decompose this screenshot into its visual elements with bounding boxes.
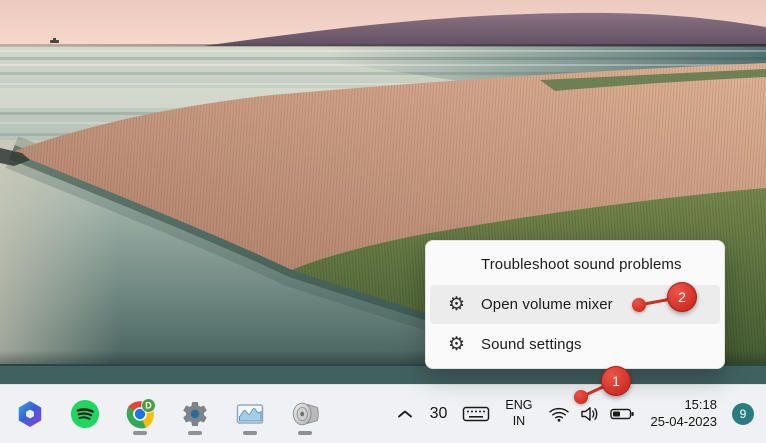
touch-keyboard-icon xyxy=(463,406,490,422)
microsoft-365-icon xyxy=(18,401,42,427)
tray-overflow-chevron[interactable] xyxy=(395,408,415,420)
language-switcher[interactable]: ENG IN xyxy=(505,398,532,429)
taskbar-app-settings[interactable] xyxy=(179,388,211,440)
running-indicator xyxy=(298,431,312,435)
spotify-icon xyxy=(70,399,100,429)
clock[interactable]: 15:18 25-04-2023 xyxy=(651,397,718,431)
language-line2: IN xyxy=(512,414,526,428)
chrome-icon: D xyxy=(126,398,156,429)
menu-item-troubleshoot-sound[interactable]: Troubleshoot sound problems xyxy=(430,245,720,285)
taskbar-app-volume[interactable] xyxy=(289,388,321,440)
tray-status-number[interactable]: 30 xyxy=(430,405,448,423)
speaker-icon xyxy=(292,402,319,426)
running-indicator xyxy=(133,431,147,435)
annotation-dot-2 xyxy=(632,298,646,312)
menu-item-label: Troubleshoot sound problems xyxy=(481,256,682,274)
taskbar-pinned-apps: D xyxy=(14,385,321,443)
taskbar-app-microsoft-365[interactable] xyxy=(14,388,46,440)
taskbar-app-spotify[interactable] xyxy=(69,388,101,440)
volume-icon xyxy=(580,407,597,421)
running-indicator xyxy=(188,431,202,435)
menu-item-sound-settings[interactable]: ⚙ Sound settings xyxy=(430,324,720,364)
settings-gear-icon xyxy=(183,402,207,426)
running-indicator xyxy=(243,431,257,435)
annotation-step-1: 1 xyxy=(601,366,631,396)
wifi-icon xyxy=(548,407,569,422)
gear-icon: ⚙ xyxy=(448,294,466,315)
annotation-dot-1 xyxy=(574,390,588,404)
chrome-profile-badge: D xyxy=(145,401,152,411)
task-manager-icon xyxy=(236,404,264,424)
clock-time: 15:18 xyxy=(684,397,717,413)
wallpaper-image xyxy=(0,0,766,385)
desktop: Troubleshoot sound problems ⚙ Open volum… xyxy=(0,0,766,443)
taskbar-app-task-manager[interactable] xyxy=(234,388,266,440)
touch-keyboard-button[interactable] xyxy=(462,405,490,423)
menu-item-label: Sound settings xyxy=(481,335,582,353)
language-line1: ENG xyxy=(505,398,533,413)
annotation-step-2: 2 xyxy=(667,282,697,312)
gear-icon: ⚙ xyxy=(448,333,466,355)
notification-badge[interactable]: 9 xyxy=(732,403,754,425)
menu-item-label: Open volume mixer xyxy=(481,296,613,313)
taskbar-app-chrome[interactable]: D xyxy=(124,388,156,440)
clock-date: 25-04-2023 xyxy=(650,414,718,429)
taskbar: D 30 ENG IN 15:18 25-04-2023 9 xyxy=(0,384,766,443)
battery-icon xyxy=(609,408,634,420)
quick-settings-button[interactable] xyxy=(548,405,636,423)
chevron-up-icon xyxy=(397,410,412,418)
